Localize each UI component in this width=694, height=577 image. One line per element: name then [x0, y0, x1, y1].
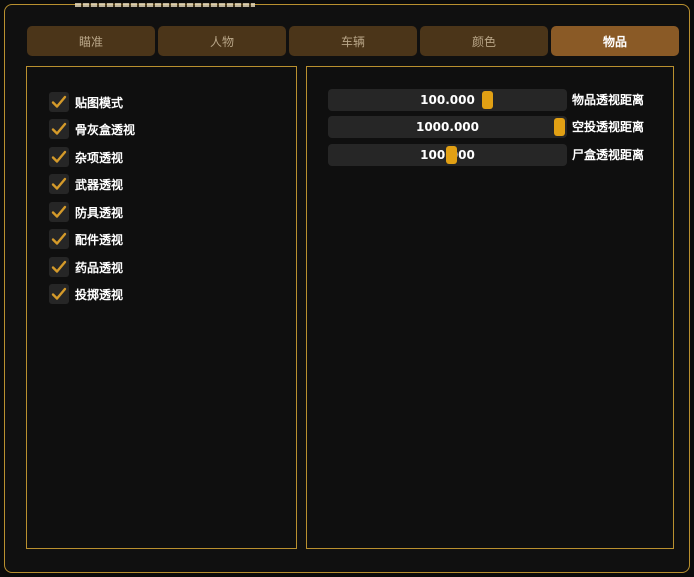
slider-thumb[interactable]: [554, 118, 565, 136]
slider-track[interactable]: [328, 89, 567, 111]
slider-item-esp-distance: 100.000 物品透视距离: [328, 89, 658, 111]
checkbox-misc-esp[interactable]: 杂项透视: [49, 146, 123, 168]
checkbox-label: 武器透视: [75, 177, 124, 192]
checkbox-label: 骨灰盒透视: [75, 122, 136, 137]
checkbox-throwable-esp[interactable]: 投掷透视: [49, 283, 123, 305]
checkbox-label: 防具透视: [75, 205, 124, 220]
tab-vehicle[interactable]: 车辆: [289, 26, 417, 56]
checkbox-box[interactable]: [49, 147, 69, 167]
checkbox-urn-esp[interactable]: 骨灰盒透视: [49, 118, 135, 140]
checkmark-icon: [51, 205, 67, 218]
checkbox-label: 药品透视: [75, 260, 124, 275]
tab-aim[interactable]: 瞄准: [27, 26, 155, 56]
checkmark-icon: [51, 177, 67, 190]
checkbox-texture-mode[interactable]: 贴图模式: [49, 91, 123, 113]
tab-color[interactable]: 颜色: [420, 26, 548, 56]
tab-player[interactable]: 人物: [158, 26, 286, 56]
slider-label: 物品透视距离: [572, 93, 645, 107]
checkbox-box[interactable]: [49, 92, 69, 112]
checkbox-box[interactable]: [49, 202, 69, 222]
checkbox-box[interactable]: [49, 174, 69, 194]
slider-label: 尸盒透视距离: [572, 148, 645, 162]
checkbox-box[interactable]: [49, 119, 69, 139]
slider-thumb[interactable]: [446, 146, 457, 164]
checkbox-attachment-esp[interactable]: 配件透视: [49, 228, 123, 250]
tab-items[interactable]: 物品: [551, 26, 679, 56]
checkmark-icon: [51, 122, 67, 135]
title-decoration: [75, 3, 255, 7]
slider-panel: 100.000 物品透视距离 1000.000 空投透视距离 100.000 尸…: [306, 66, 674, 549]
slider-track[interactable]: [328, 116, 567, 138]
checkbox-box[interactable]: [49, 229, 69, 249]
checkbox-box[interactable]: [49, 284, 69, 304]
checkmark-icon: [51, 150, 67, 163]
slider-airdrop-esp-distance: 1000.000 空投透视距离: [328, 116, 658, 138]
checkbox-panel: 贴图模式 骨灰盒透视 杂项透视 武器透视 防具透视 配件透视 药品透视 投掷透视: [26, 66, 297, 549]
checkbox-box[interactable]: [49, 257, 69, 277]
checkbox-weapon-esp[interactable]: 武器透视: [49, 173, 123, 195]
checkbox-medicine-esp[interactable]: 药品透视: [49, 256, 123, 278]
checkbox-label: 投掷透视: [75, 287, 124, 302]
tab-bar: 瞄准 人物 车辆 颜色 物品: [27, 26, 679, 56]
checkbox-label: 贴图模式: [75, 95, 124, 110]
slider-label: 空投透视距离: [572, 120, 645, 134]
checkmark-icon: [51, 232, 67, 245]
settings-window: 瞄准 人物 车辆 颜色 物品 贴图模式 骨灰盒透视 杂项透视 武器透视 防具透视…: [4, 3, 690, 573]
checkbox-armor-esp[interactable]: 防具透视: [49, 201, 123, 223]
checkbox-label: 杂项透视: [75, 150, 124, 165]
checkmark-icon: [51, 260, 67, 273]
checkmark-icon: [51, 287, 67, 300]
slider-thumb[interactable]: [482, 91, 493, 109]
checkbox-label: 配件透视: [75, 232, 124, 247]
slider-deathbox-esp-distance: 100.000 尸盒透视距离: [328, 144, 658, 166]
checkmark-icon: [51, 95, 67, 108]
